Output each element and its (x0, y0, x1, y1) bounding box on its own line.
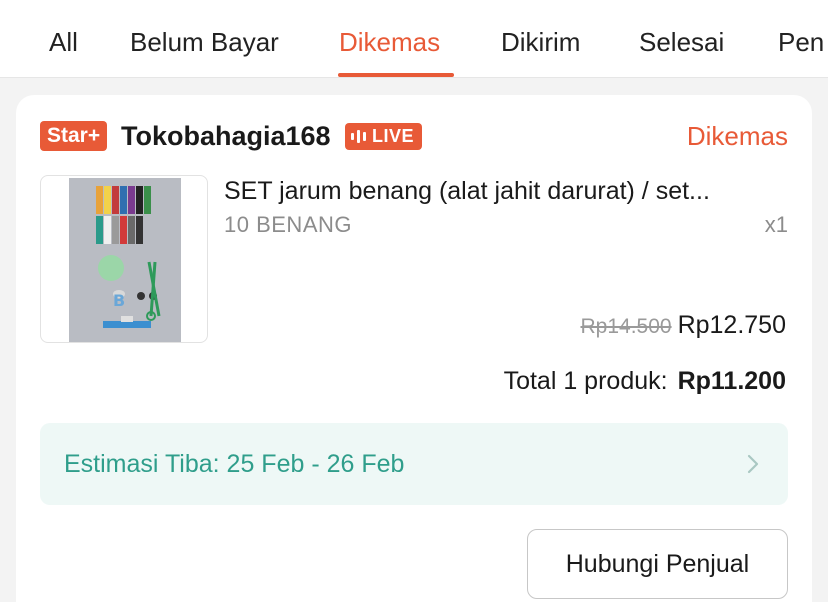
original-price: Rp14.500 (580, 315, 672, 338)
tab-penilaian[interactable]: Pen (778, 26, 824, 58)
tab-belum-bayar[interactable]: Belum Bayar (130, 26, 279, 58)
delivery-estimate-text: Estimasi Tiba: 25 Feb - 26 Feb (64, 450, 405, 478)
live-label: LIVE (372, 126, 415, 146)
order-status-tabs: All Belum Bayar Dikemas Dikirim Selesai … (0, 0, 828, 78)
order-status: Dikemas (686, 121, 788, 151)
product-image[interactable]: B (40, 175, 208, 343)
total-value: Rp11.200 (677, 367, 786, 395)
active-tab-indicator (338, 73, 454, 77)
chevron-right-icon (747, 454, 759, 474)
live-badge: LIVE (345, 123, 423, 150)
product-name[interactable]: SET jarum benang (alat jahit darurat) / … (224, 175, 788, 207)
order-total-row: Total 1 produk: Rp11.200 (504, 367, 786, 396)
order-card[interactable]: Star+ Tokobahagia168 LIVE Dikemas B SET … (16, 95, 812, 602)
price-row: Rp14.500 Rp12.750 (580, 311, 786, 340)
svg-text:B: B (113, 291, 125, 310)
product-variant: 10 BENANG (224, 212, 352, 237)
sewing-kit-product-image: B (69, 178, 181, 342)
delivery-estimate-banner[interactable]: Estimasi Tiba: 25 Feb - 26 Feb (40, 423, 788, 505)
discounted-price: Rp12.750 (677, 311, 786, 339)
total-label: Total 1 produk: (503, 367, 668, 395)
tab-dikirim[interactable]: Dikirim (501, 26, 580, 58)
live-bars-icon (351, 130, 366, 144)
product-quantity: x1 (764, 212, 788, 237)
contact-seller-button[interactable]: Hubungi Penjual (527, 529, 788, 599)
tab-selesai[interactable]: Selesai (639, 26, 724, 58)
shop-name[interactable]: Tokobahagia168 (121, 119, 331, 153)
tab-all[interactable]: All (49, 26, 78, 58)
star-plus-badge: Star+ (40, 121, 108, 151)
tab-dikemas[interactable]: Dikemas (339, 26, 440, 58)
